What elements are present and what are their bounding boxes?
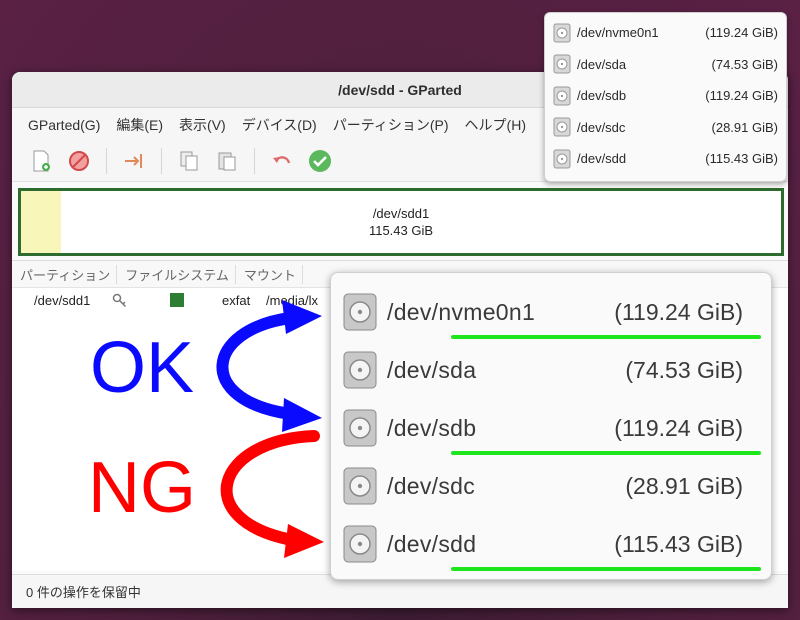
- device-item-nvme0n1[interactable]: /dev/nvme0n1 (119.24 GiB): [331, 283, 771, 341]
- copy-icon: [180, 151, 198, 171]
- delete-icon: [69, 151, 89, 171]
- header-filesystem[interactable]: ファイルシステム: [117, 264, 236, 284]
- hard-disk-icon: [553, 23, 571, 43]
- header-mount[interactable]: マウント: [236, 264, 303, 284]
- pending-operations: 0 件の操作を保留中: [26, 585, 141, 600]
- new-partition-button[interactable]: [24, 146, 58, 176]
- disk-map-label: /dev/sdd1 115.43 GiB: [21, 205, 781, 239]
- device-size: (28.91 GiB): [625, 472, 743, 499]
- ng-annotation: NG: [88, 448, 196, 528]
- resize-move-button[interactable]: [117, 146, 151, 176]
- device-name: /dev/sdb: [387, 414, 477, 441]
- device-size: (74.53 GiB): [625, 356, 743, 383]
- device-size: (119.24 GiB): [614, 414, 743, 441]
- device-name: /dev/nvme0n1: [387, 298, 536, 325]
- disk-map[interactable]: /dev/sdd1 115.43 GiB: [18, 188, 784, 256]
- undo-icon: [273, 156, 291, 164]
- row-mount: /media/lx: [266, 292, 319, 308]
- device-name: /dev/sda: [577, 56, 627, 72]
- device-size: (115.43 GiB): [614, 530, 743, 557]
- highlight-underline: [451, 335, 761, 339]
- device-name: /dev/sda: [387, 356, 477, 383]
- device-dropdown-enlarged: /dev/nvme0n1 (119.24 GiB) /dev/sda (74.5…: [330, 272, 772, 580]
- hard-disk-icon: [553, 86, 571, 106]
- toolbar-separator: [106, 148, 107, 174]
- hard-disk-icon: [553, 149, 571, 169]
- device-name: /dev/sdc: [387, 472, 476, 499]
- menu-edit[interactable]: 編集(E): [108, 115, 171, 135]
- hard-disk-icon: [553, 54, 571, 74]
- device-size: (115.43 GiB): [705, 151, 778, 167]
- device-item-sdb[interactable]: /dev/sdb (119.24 GiB): [545, 80, 786, 112]
- device-name: /dev/sdd: [577, 151, 627, 167]
- toolbar-separator: [254, 148, 255, 174]
- header-partition[interactable]: パーティション: [12, 264, 118, 284]
- menu-view[interactable]: 表示(V): [171, 115, 234, 135]
- resize-move-icon: [125, 154, 142, 168]
- ok-annotation: OK: [90, 328, 195, 408]
- hard-disk-icon: [343, 467, 377, 505]
- device-name: /dev/sdd: [387, 530, 477, 557]
- key-icon: [112, 292, 128, 311]
- device-item-nvme0n1[interactable]: /dev/nvme0n1 (119.24 GiB): [545, 17, 786, 49]
- device-item-sdc[interactable]: /dev/sdc (28.91 GiB): [331, 457, 771, 515]
- device-size: (28.91 GiB): [711, 119, 778, 135]
- device-size: (119.24 GiB): [705, 25, 778, 41]
- menu-device[interactable]: デバイス(D): [234, 115, 325, 135]
- menu-partition[interactable]: パーティション(P): [325, 115, 457, 135]
- copy-button[interactable]: [172, 146, 206, 176]
- hard-disk-icon: [343, 525, 377, 563]
- menu-help[interactable]: ヘルプ(H): [457, 115, 534, 135]
- hard-disk-icon: [343, 293, 377, 331]
- disk-map-partition: /dev/sdd1: [372, 206, 430, 221]
- window-title: /dev/sdd - GParted: [338, 81, 462, 98]
- device-item-sdb[interactable]: /dev/sdb (119.24 GiB): [331, 399, 771, 457]
- device-size: (119.24 GiB): [705, 88, 778, 104]
- device-dropdown-small: /dev/nvme0n1 (119.24 GiB) /dev/sda (74.5…: [544, 12, 787, 182]
- device-item-sdc[interactable]: /dev/sdc (28.91 GiB): [545, 112, 786, 144]
- row-partition: /dev/sdd1: [34, 292, 91, 308]
- filesystem-color-swatch: [170, 293, 184, 307]
- row-filesystem: exfat: [222, 292, 251, 308]
- device-item-sda[interactable]: /dev/sda (74.53 GiB): [331, 341, 771, 399]
- menu-gparted[interactable]: GParted(G): [20, 117, 108, 133]
- device-name: /dev/nvme0n1: [577, 25, 659, 41]
- hard-disk-icon: [553, 117, 571, 137]
- delete-button[interactable]: [62, 146, 96, 176]
- apply-icon: [309, 150, 331, 172]
- hard-disk-icon: [343, 351, 377, 389]
- device-item-sdd[interactable]: /dev/sdd (115.43 GiB): [331, 515, 771, 573]
- disk-map-size: 115.43 GiB: [368, 223, 434, 238]
- device-size: (119.24 GiB): [614, 298, 743, 325]
- apply-button[interactable]: [303, 146, 337, 176]
- device-name: /dev/sdb: [577, 88, 627, 104]
- highlight-underline: [451, 567, 761, 571]
- hard-disk-icon: [343, 409, 377, 447]
- highlight-underline: [451, 451, 761, 455]
- paste-icon: [218, 152, 236, 171]
- device-size: (74.53 GiB): [711, 56, 778, 72]
- undo-button[interactable]: [265, 146, 299, 176]
- device-item-sdd[interactable]: /dev/sdd (115.43 GiB): [545, 143, 786, 175]
- device-item-sda[interactable]: /dev/sda (74.53 GiB): [545, 49, 786, 81]
- paste-button[interactable]: [210, 146, 244, 176]
- toolbar-separator: [161, 148, 162, 174]
- device-name: /dev/sdc: [577, 119, 626, 135]
- new-partition-icon: [33, 150, 50, 172]
